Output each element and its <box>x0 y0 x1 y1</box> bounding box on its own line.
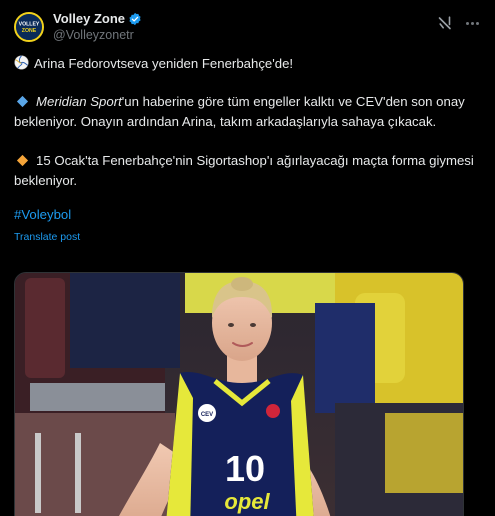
blue-diamond-emoji <box>16 95 29 108</box>
grok-icon[interactable] <box>437 15 453 31</box>
post-text-source: Meridian Sport <box>36 94 122 109</box>
more-icon[interactable] <box>463 16 481 30</box>
verified-badge-icon <box>129 12 141 26</box>
jersey-number: 10 <box>225 448 265 489</box>
player-photo: CEV 10 opel <box>15 273 463 516</box>
author-names: Volley Zone @Volleyzonetr <box>53 11 142 43</box>
volleyball-emoji <box>14 55 29 70</box>
svg-text:VOLLEY: VOLLEY <box>19 22 40 28</box>
post-image[interactable]: CEV 10 opel <box>14 272 464 516</box>
translate-post-link[interactable]: Translate post <box>14 227 481 247</box>
svg-text:ZONE: ZONE <box>22 28 37 34</box>
post-text-line1: Arina Fedorovtseva yeniden Fenerbahçe'de… <box>34 56 294 71</box>
orange-diamond-emoji <box>16 154 29 167</box>
author-handle[interactable]: @Volleyzonetr <box>53 27 142 43</box>
post-paragraph-3: 15 Ocak'ta Fenerbahçe'nin Sigortashop'ı … <box>14 151 481 191</box>
jersey-sponsor: opel <box>224 489 270 514</box>
author-display-name[interactable]: Volley Zone <box>53 11 125 27</box>
avatar-logo-icon: VOLLEY ZONE <box>16 14 42 40</box>
post-paragraph-1: Arina Fedorovtseva yeniden Fenerbahçe'de… <box>14 54 481 74</box>
jersey-badge-text: CEV <box>201 412 213 418</box>
hashtag-link[interactable]: #Voleybol <box>14 206 481 224</box>
post-paragraph-2: Meridian Sport'un haberine göre tüm enge… <box>14 92 481 132</box>
header-actions <box>437 15 481 31</box>
post-text-line3: 15 Ocak'ta Fenerbahçe'nin Sigortashop'ı … <box>14 153 474 188</box>
post-card: VOLLEY ZONE Volley Zone @Volleyzonetr Ar… <box>0 0 495 516</box>
avatar[interactable]: VOLLEY ZONE <box>14 12 44 42</box>
post-header: VOLLEY ZONE Volley Zone @Volleyzonetr <box>14 10 481 44</box>
post-body: Arina Fedorovtseva yeniden Fenerbahçe'de… <box>14 54 481 247</box>
